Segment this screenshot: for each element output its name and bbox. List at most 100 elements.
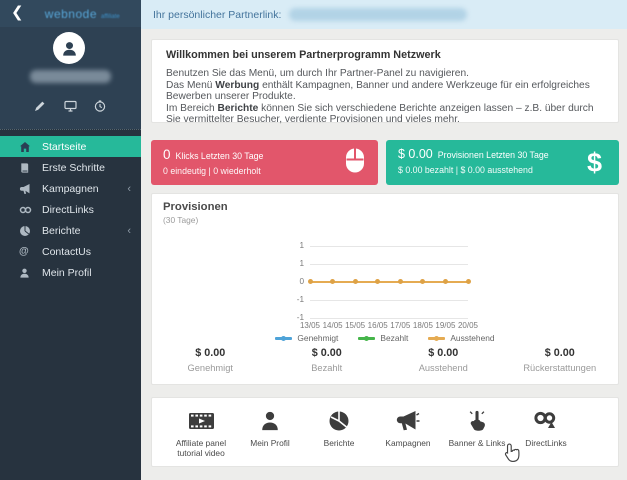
legend-marker	[428, 335, 446, 341]
sidebar-item-label: Startseite	[42, 140, 87, 153]
data-point	[307, 279, 313, 284]
partner-link-label: Ihr persönlicher Partnerlink:	[153, 8, 282, 21]
megaphone-icon	[396, 410, 420, 430]
sidebar-item-contactus[interactable]: @ ContactUs	[0, 241, 141, 262]
data-point	[375, 279, 381, 284]
edit-pencil-icon[interactable]	[34, 99, 47, 112]
shortcut-directlinks[interactable]: DirectLinks	[513, 406, 579, 448]
profile-quick-actions	[0, 99, 141, 112]
mouse-icon	[345, 147, 365, 178]
hand-cursor-icon	[504, 443, 522, 468]
sidebar-item-label: DirectLinks	[42, 203, 94, 216]
total-ausstehend: $ 0.00 Ausstehend	[418, 347, 468, 373]
x-tick: 20/05	[457, 321, 479, 330]
sidebar-item-startseite[interactable]: Startseite	[0, 136, 141, 157]
chart-title: Provisionen	[163, 201, 228, 213]
legend-item-ausstehend: Ausstehend	[428, 333, 495, 343]
hand-click-icon	[469, 410, 485, 431]
partner-link-bar: Ihr persönlicher Partnerlink:	[141, 0, 627, 29]
totals-row: $ 0.00 Genehmigt $ 0.00 Bezahlt $ 0.00 A…	[152, 347, 618, 373]
legend-item-genehmigt: Genehmigt	[275, 333, 338, 343]
chart-subtitle: (30 Tage)	[163, 215, 199, 225]
total-genehmigt: $ 0.00 Genehmigt	[187, 347, 233, 373]
home-icon	[19, 141, 32, 153]
at-icon: @	[19, 246, 29, 257]
chevron-left-icon: ‹	[127, 224, 131, 237]
gridline	[310, 264, 468, 265]
total-rueckerstattungen: $ 0.00 Rückerstattungen	[523, 347, 597, 373]
welcome-line-3: Im Bereich Berichte können Sie sich vers…	[166, 102, 594, 126]
chart-legend: Genehmigt Bezahlt Ausstehend	[152, 333, 618, 343]
sidebar-item-directlinks[interactable]: DirectLinks	[0, 199, 141, 220]
collapse-sidebar-icon[interactable]: ❮	[0, 5, 24, 22]
data-point	[397, 279, 403, 284]
dollar-icon: $	[586, 147, 602, 177]
commissions-breakdown: $ 0.00 bezahlt | $ 0.00 ausstehend	[398, 165, 533, 175]
commissions-value: $ 0.00	[398, 147, 433, 161]
pie-chart-icon	[19, 225, 32, 237]
links-icon	[19, 204, 32, 216]
y-tick: 0	[299, 277, 304, 286]
sidebar-item-erste-schritte[interactable]: Erste Schritte	[0, 157, 141, 178]
sidebar-item-mein-profil[interactable]: Mein Profil	[0, 262, 141, 283]
total-bezahlt: $ 0.00 Bezahlt	[311, 347, 343, 373]
welcome-card: Willkommen bei unserem Partnerprogramm N…	[151, 39, 619, 126]
sidebar-item-label: ContactUs	[42, 245, 92, 258]
data-point	[465, 279, 471, 284]
legend-marker	[275, 335, 293, 341]
y-tick: -1	[296, 295, 304, 304]
sidebar-menu: Startseite Erste Schritte Kampagnen ‹ Di…	[0, 136, 141, 283]
welcome-line-2: Das Menü Werbung enthält Kampagnen, Bann…	[166, 79, 590, 103]
partner-link-redacted	[289, 8, 468, 21]
webnode-logo: webnode affiliate	[44, 6, 120, 21]
welcome-line-1: Benutzen Sie das Menü, um durch Ihr Part…	[166, 68, 469, 79]
sidebar-item-label: Kampagnen	[42, 182, 99, 195]
sidebar-profile-section	[0, 27, 141, 129]
sidebar-logo-bar: ❮ webnode affiliate	[0, 0, 141, 27]
shortcut-mein-profil[interactable]: Mein Profil	[237, 406, 303, 448]
user-icon	[19, 267, 32, 279]
clicks-breakdown: 0 eindeutig | 0 wiederholt	[163, 166, 261, 176]
username-redacted	[30, 70, 111, 83]
legend-item-bezahlt: Bezahlt	[358, 333, 408, 343]
clicks-label: Klicks Letzten 30 Tage	[175, 151, 264, 161]
user-icon	[262, 411, 278, 430]
megaphone-icon	[19, 183, 32, 195]
shortcut-berichte[interactable]: Berichte	[306, 406, 372, 448]
data-point	[352, 279, 358, 284]
links-icon	[534, 411, 556, 428]
book-icon	[19, 162, 32, 174]
monitor-icon[interactable]	[64, 99, 77, 112]
user-icon	[62, 41, 76, 56]
data-point	[330, 279, 335, 284]
film-icon	[188, 412, 214, 429]
history-clock-icon[interactable]	[94, 99, 107, 112]
welcome-title: Willkommen bei unserem Partnerprogramm N…	[166, 49, 441, 61]
pie-chart-icon	[329, 410, 349, 430]
sidebar-divider	[0, 129, 141, 130]
y-tick: 1	[299, 241, 304, 250]
shortcut-kampagnen[interactable]: Kampagnen	[375, 406, 441, 448]
commissions-stat-card: $ 0.00 Provisionen Letzten 30 Tage $ 0.0…	[386, 140, 619, 185]
sidebar-item-label: Berichte	[42, 224, 81, 237]
commissions-label: Provisionen Letzten 30 Tage	[437, 150, 549, 160]
clicks-value: 0	[163, 147, 171, 162]
sidebar-item-label: Mein Profil	[42, 266, 92, 279]
y-tick: 1	[299, 259, 304, 268]
sidebar-item-kampagnen[interactable]: Kampagnen ‹	[0, 178, 141, 199]
shortcut-banner-links[interactable]: Banner & Links	[444, 406, 510, 448]
chevron-left-icon: ‹	[127, 182, 131, 195]
data-point	[442, 279, 448, 284]
avatar	[53, 32, 85, 64]
sidebar-item-label: Erste Schritte	[42, 161, 106, 174]
shortcuts-card: Affiliate panel tutorial video Mein Prof…	[151, 397, 619, 467]
gridline	[310, 318, 468, 319]
clicks-stat-card: 0 Klicks Letzten 30 Tage 0 eindeutig | 0…	[151, 140, 378, 185]
affiliate-panel-app: ❮ webnode affiliate Startseite Erste Sch…	[0, 0, 627, 480]
gridline	[310, 246, 468, 247]
shortcut-tutorial-video[interactable]: Affiliate panel tutorial video	[168, 406, 234, 458]
sidebar-item-berichte[interactable]: Berichte ‹	[0, 220, 141, 241]
gridline	[310, 300, 468, 301]
sidebar: ❮ webnode affiliate Startseite Erste Sch…	[0, 0, 141, 480]
data-point	[420, 279, 426, 284]
